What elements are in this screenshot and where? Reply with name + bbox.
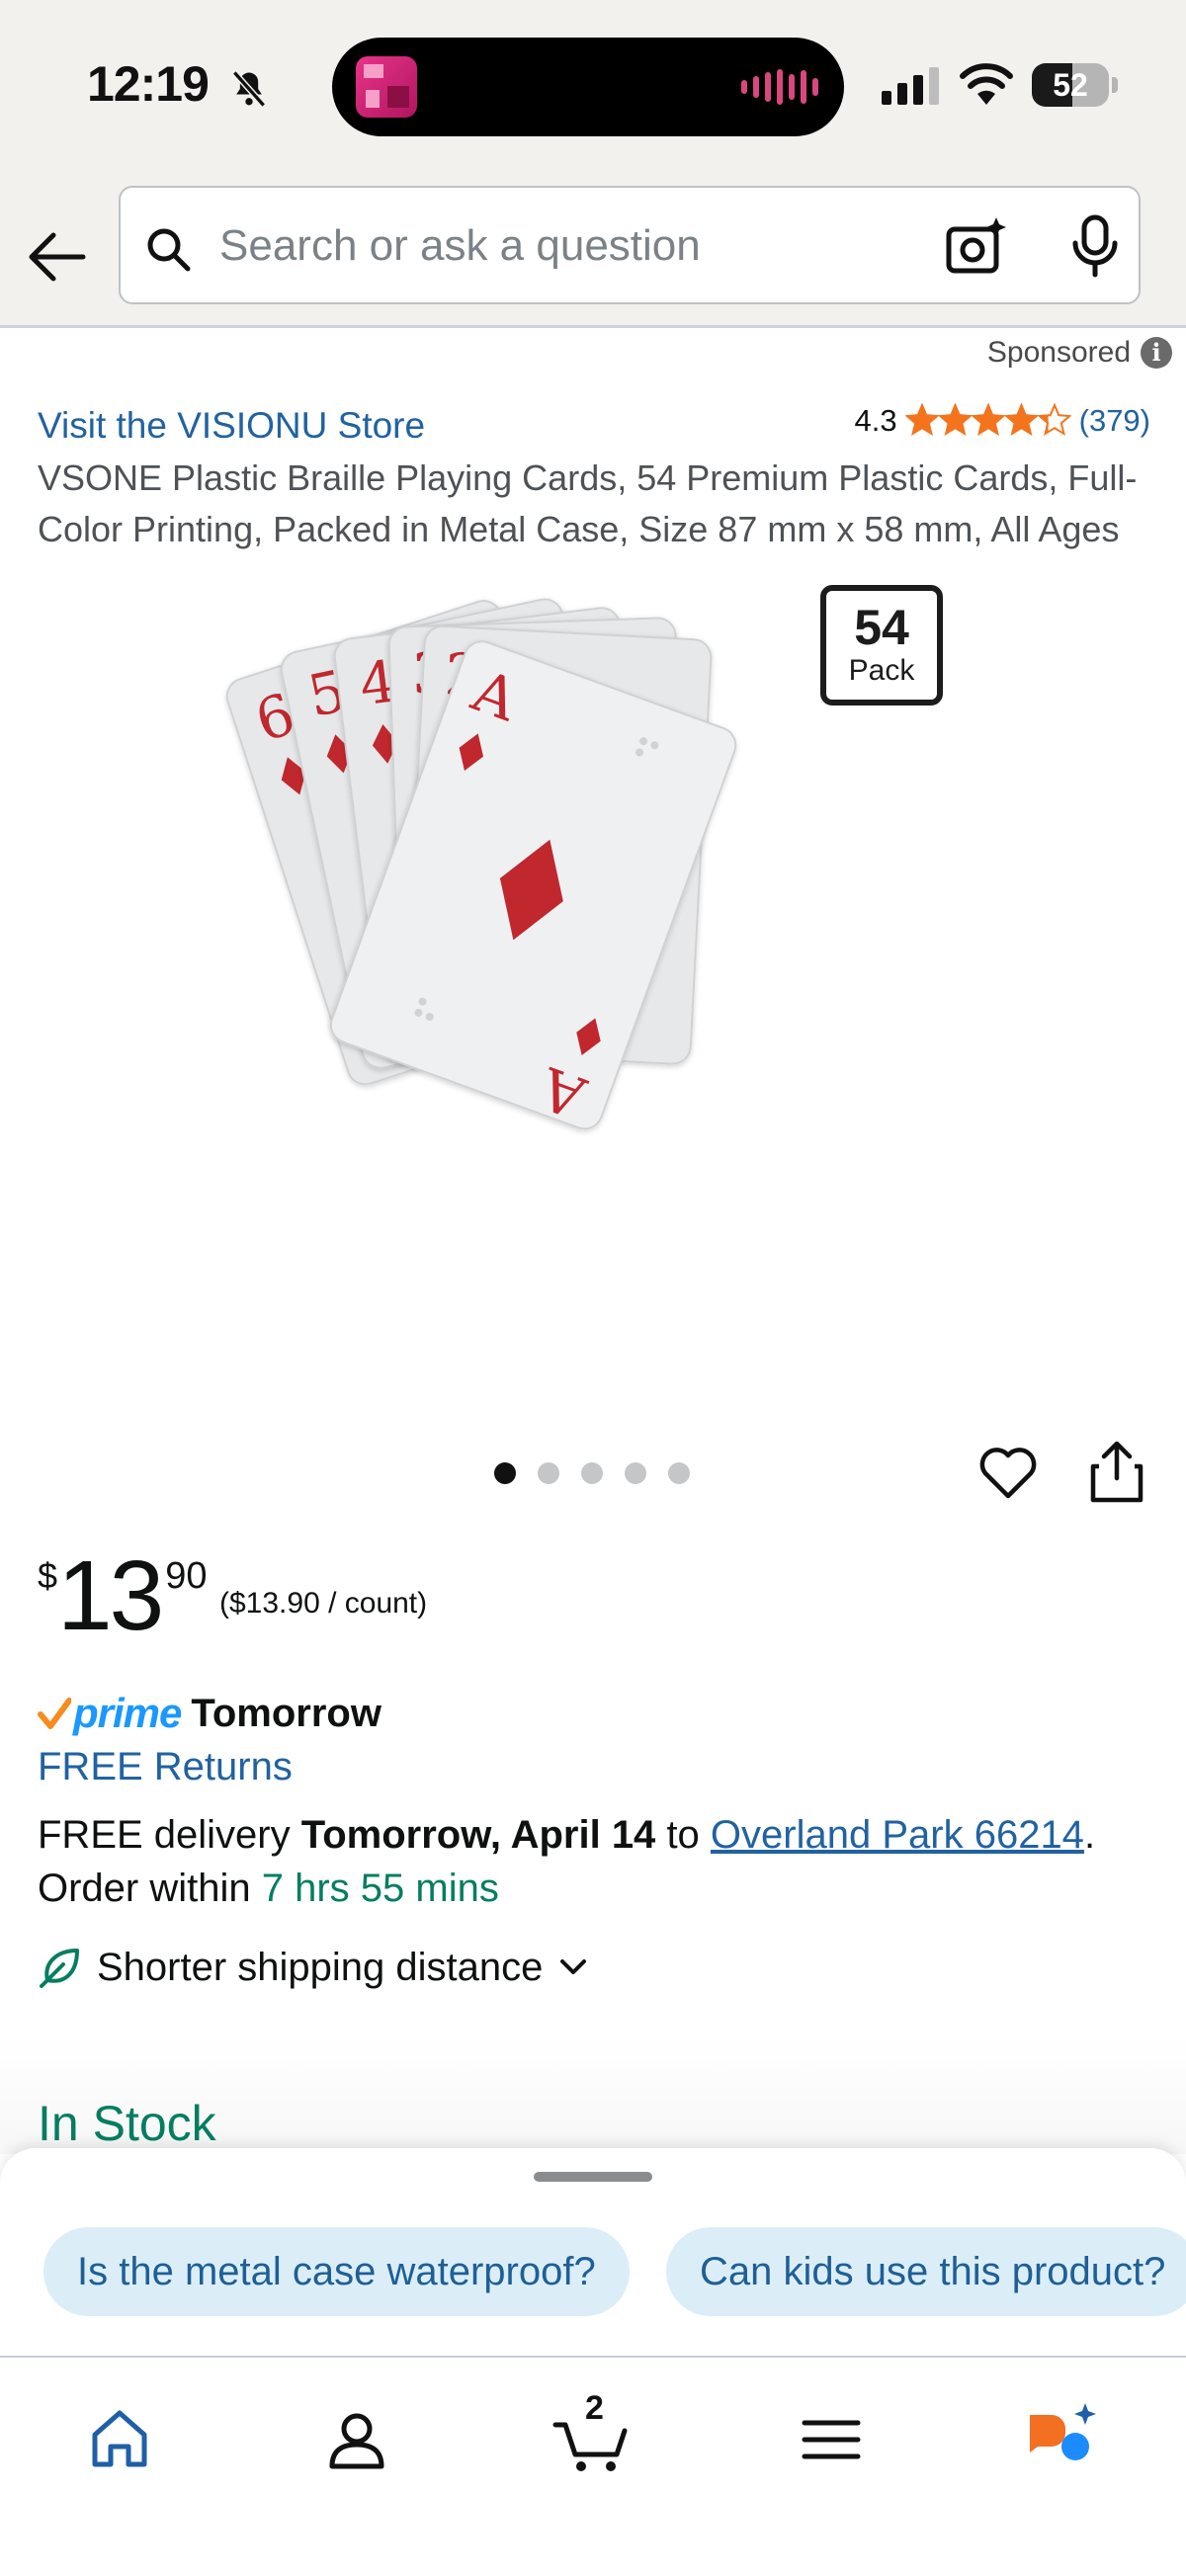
search-header (0, 178, 1186, 328)
back-arrow-icon[interactable] (22, 219, 97, 294)
shipping-note: Shorter shipping distance (97, 1945, 544, 1989)
price-symbol: $ (38, 1555, 58, 1596)
camera-lens-icon[interactable] (943, 215, 1006, 279)
pack-label: Pack (848, 654, 915, 687)
pack-size-badge: 54 Pack (820, 585, 943, 706)
price-fraction: 90 (165, 1555, 208, 1597)
live-activity-app-icon (356, 56, 417, 118)
rufus-assistant-icon[interactable] (1016, 2395, 1105, 2484)
image-carousel-dots[interactable] (494, 1462, 690, 1484)
rating-value: 4.3 (854, 403, 897, 438)
free-delivery-label: FREE delivery (38, 1813, 291, 1857)
delivery-info: FREE delivery Tomorrow, April 14 to Over… (38, 1813, 1096, 1910)
rating-count: (379) (1078, 403, 1150, 438)
product-title: VSONE Plastic Braille Playing Cards, 54 … (38, 457, 1138, 549)
suggestion-chip[interactable]: Can kids use this product? (666, 2227, 1186, 2316)
status-bar: 12:19 52 (0, 0, 1186, 178)
search-input[interactable] (219, 213, 931, 279)
stock-status: In Stock (38, 2096, 216, 2151)
delivery-to-label: to (666, 1813, 700, 1857)
order-within-label: Order within (38, 1867, 251, 1910)
price: $ 13 90 (38, 1541, 208, 1650)
chevron-down-icon (560, 1959, 587, 1974)
battery-level: 52 (1053, 67, 1088, 103)
carousel-dot[interactable] (494, 1462, 516, 1484)
rating-star-fill (1005, 405, 1037, 434)
rating-star-fill (906, 405, 937, 434)
rating-star-fill (973, 405, 1003, 434)
free-returns-link[interactable]: FREE Returns (38, 1745, 293, 1789)
sponsored-text: Sponsored (986, 336, 1131, 369)
info-icon: i (1141, 337, 1172, 369)
prime-delivery-badge: prime Tomorrow (38, 1690, 381, 1737)
heart-icon[interactable] (976, 1441, 1040, 1504)
battery-indicator: 52 (1032, 63, 1118, 107)
sheet-drag-handle[interactable] (534, 2172, 652, 2182)
carousel-dot[interactable] (581, 1462, 603, 1484)
leaf-icon (40, 1949, 79, 1988)
dynamic-island[interactable] (332, 38, 844, 136)
prime-check-icon (38, 1698, 71, 1729)
star-rating-icon (904, 403, 1071, 437)
search-icon (147, 228, 191, 272)
bottom-tab-bar: 2 (0, 2356, 1186, 2576)
share-icon[interactable] (1087, 1439, 1146, 1504)
status-time: 12:19 (87, 56, 210, 112)
shipping-distance-toggle[interactable]: Shorter shipping distance (38, 1945, 590, 1990)
order-countdown: 7 hrs 55 mins (261, 1867, 499, 1910)
home-icon[interactable] (75, 2395, 164, 2484)
cart-count: 2 (585, 2389, 604, 2427)
wifi-icon (960, 63, 1013, 105)
suggestion-chip[interactable]: Is the metal case waterproof? (43, 2227, 630, 2316)
product-rating[interactable]: 4.3 (379) (855, 403, 1150, 439)
delivery-date: Tomorrow, April 14 (300, 1813, 656, 1857)
pack-number: 54 (854, 600, 909, 655)
rating-star-fill (939, 405, 971, 434)
suggestions-sheet: Is the metal case waterproof? Can kids u… (0, 2148, 1186, 2358)
audio-waveform-icon (741, 69, 818, 105)
prime-logo: prime (73, 1690, 182, 1736)
menu-icon[interactable] (787, 2395, 876, 2484)
carousel-dot[interactable] (668, 1462, 690, 1484)
carousel-dot[interactable] (538, 1462, 559, 1484)
sponsored-label[interactable]: Sponsored i (987, 336, 1172, 370)
visit-store-link[interactable]: Visit the VISIONU Store (38, 405, 425, 447)
search-bar[interactable] (119, 186, 1141, 304)
bell-muted-icon (232, 70, 266, 108)
microphone-icon[interactable] (1069, 213, 1121, 279)
account-icon[interactable] (312, 2395, 401, 2484)
price-whole: 13 (57, 1540, 164, 1651)
prime-delivery-day: Tomorrow (191, 1691, 381, 1735)
cart-button[interactable]: 2 (550, 2389, 638, 2484)
carousel-dot[interactable] (625, 1462, 646, 1484)
cellular-signal-icon (882, 67, 939, 105)
delivery-location-link[interactable]: Overland Park 66214 (711, 1813, 1084, 1857)
unit-price: ($13.90 / count) (219, 1587, 428, 1620)
